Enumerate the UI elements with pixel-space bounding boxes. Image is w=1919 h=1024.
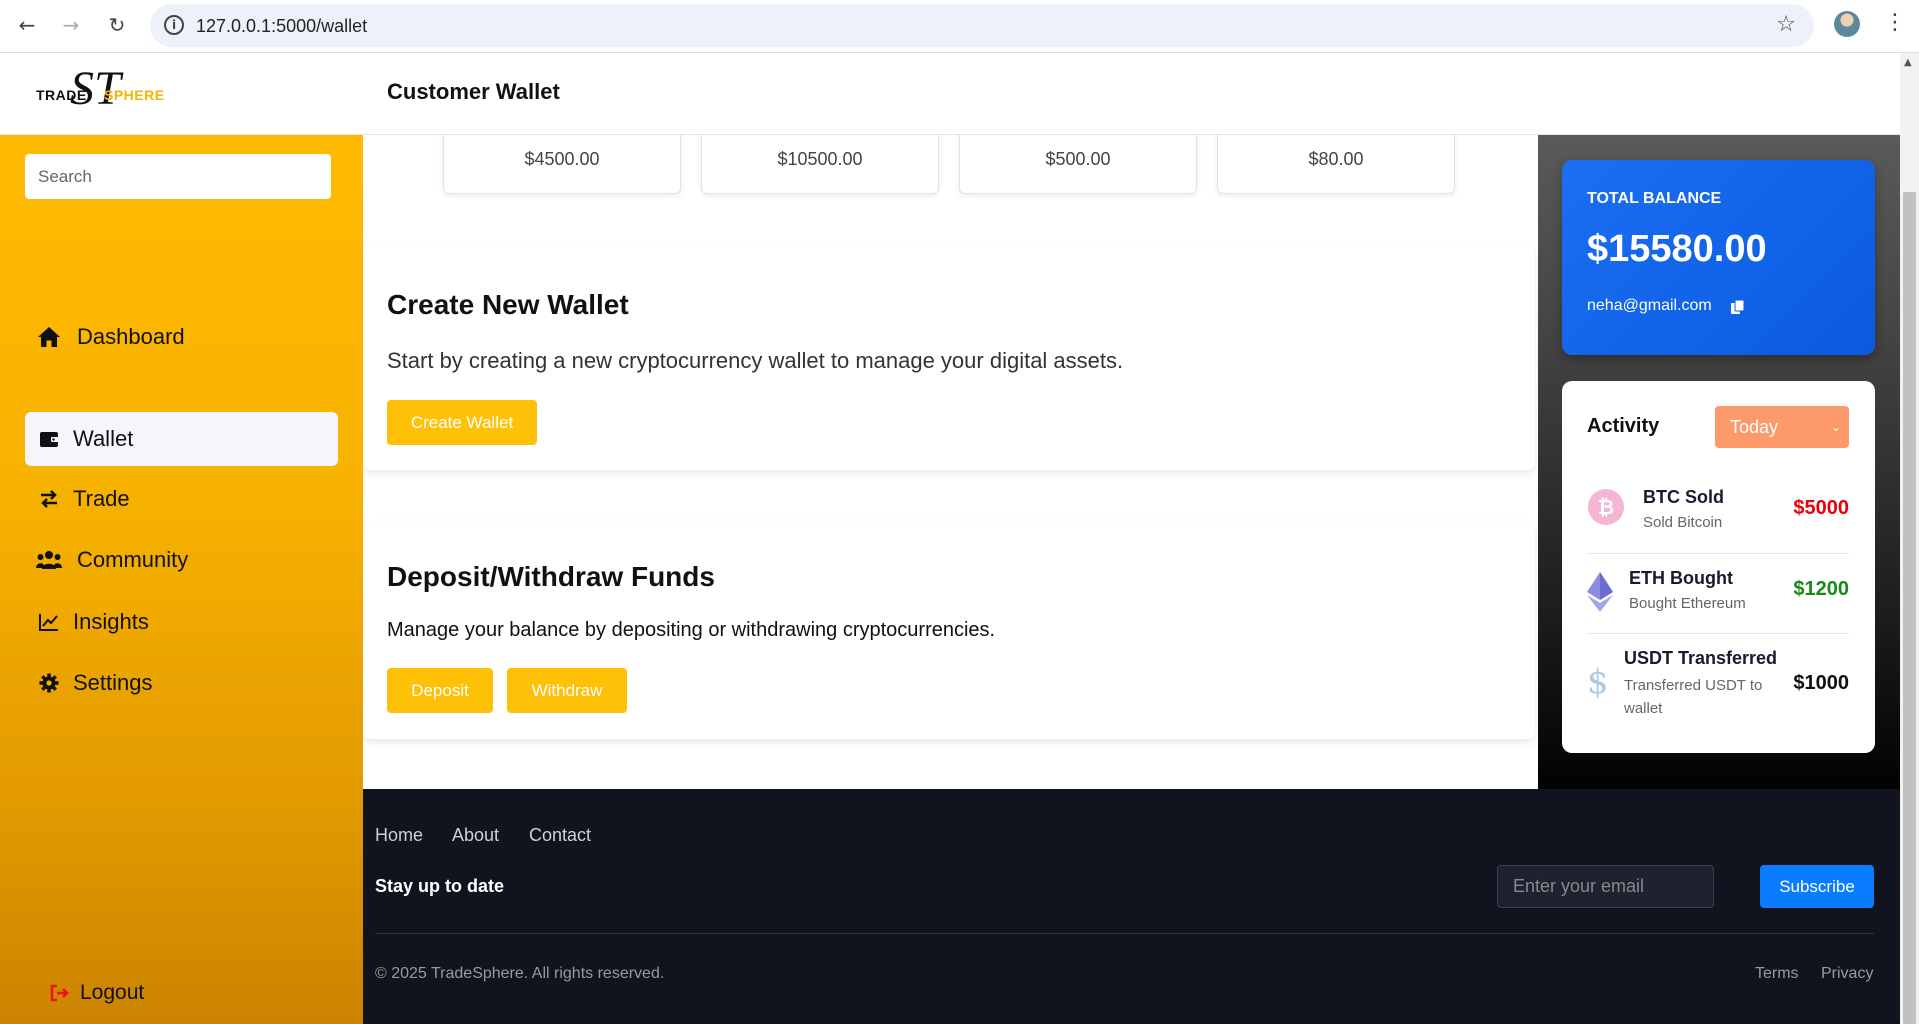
wallet-stat-card: $4500.00	[443, 135, 681, 194]
sidebar-item-label: Dashboard	[77, 324, 185, 349]
logo-trade-text: TRADE	[36, 87, 87, 103]
stat-value: $10500.00	[777, 149, 863, 169]
ethereum-icon	[1587, 572, 1613, 617]
footer-link-privacy[interactable]: Privacy	[1821, 965, 1873, 983]
wallet-stat-card: $500.00	[959, 135, 1197, 194]
activity-description: Sold Bitcoin	[1643, 514, 1723, 531]
site-info-icon[interactable]: i	[164, 15, 184, 35]
copyright-text: © 2025 TradeSphere. All rights reserved.	[375, 965, 665, 982]
activity-item[interactable]: ₿ BTC Sold Sold Bitcoin $5000	[1587, 473, 1849, 553]
footer-link-about[interactable]: About	[452, 825, 499, 846]
total-balance-label: TOTAL BALANCE	[1587, 190, 1722, 207]
forward-icon[interactable]: →	[58, 12, 84, 38]
stat-value: $500.00	[1045, 149, 1111, 169]
activity-amount: $1200	[1793, 578, 1849, 600]
url-text[interactable]: 127.0.0.1:5000/wallet	[196, 16, 367, 37]
create-wallet-button[interactable]: Create Wallet	[387, 400, 537, 445]
deposit-withdraw-section: Deposit/Withdraw Funds Manage your balan…	[363, 521, 1535, 739]
sidebar-item-dashboard[interactable]: Dashboard	[25, 310, 338, 364]
sidebar: Dashboard Wallet Trade Community Insight…	[0, 135, 363, 1024]
tradesphere-logo[interactable]: ST TRADE SPHERE	[36, 62, 166, 119]
sidebar-item-label: Wallet	[73, 426, 134, 451]
right-panel: TOTAL BALANCE $15580.00 neha@gmail.com A…	[1538, 135, 1900, 802]
bitcoin-icon: ₿	[1587, 488, 1625, 531]
browser-menu-icon[interactable]: ⋮	[1884, 10, 1906, 35]
total-balance-card: TOTAL BALANCE $15580.00 neha@gmail.com	[1562, 160, 1875, 355]
logout-label: Logout	[80, 981, 145, 1004]
sidebar-search-input[interactable]	[25, 154, 331, 199]
account-email: neha@gmail.com	[1587, 297, 1712, 314]
sidebar-item-label: Insights	[73, 609, 149, 634]
wallet-icon	[35, 425, 63, 453]
profile-avatar[interactable]	[1834, 11, 1860, 37]
users-icon	[35, 546, 63, 574]
wallet-stat-card: $80.00	[1217, 135, 1455, 194]
newsletter-heading: Stay up to date	[375, 876, 505, 896]
page-scrollbar[interactable]: ▲	[1900, 53, 1919, 1024]
newsletter-email-input[interactable]	[1497, 865, 1714, 908]
sidebar-item-community[interactable]: Community	[25, 533, 338, 587]
sidebar-item-wallet[interactable]: Wallet	[25, 412, 338, 466]
create-wallet-section: Create New Wallet Start by creating a ne…	[363, 245, 1535, 470]
footer-link-contact[interactable]: Contact	[529, 825, 591, 846]
withdraw-button[interactable]: Withdraw	[507, 668, 627, 713]
sidebar-item-label: Settings	[73, 670, 153, 695]
activity-description: Bought Ethereum	[1629, 595, 1746, 612]
page-header: ST TRADE SPHERE Customer Wallet	[0, 53, 1900, 135]
deposit-withdraw-title: Deposit/Withdraw Funds	[387, 561, 715, 592]
back-icon[interactable]: ←	[14, 12, 40, 38]
activity-filter-select[interactable]: Today ⌄	[1715, 406, 1849, 448]
chart-line-icon	[35, 608, 63, 636]
deposit-button[interactable]: Deposit	[387, 668, 493, 713]
activity-title: Activity	[1587, 415, 1660, 437]
footer-link-home[interactable]: Home	[375, 825, 423, 846]
footer-divider	[375, 933, 1874, 934]
stat-value: $4500.00	[524, 149, 600, 169]
logout-button[interactable]: Logout	[48, 981, 144, 1005]
create-wallet-title: Create New Wallet	[387, 289, 629, 320]
chevron-down-icon: ⌄	[1830, 420, 1841, 434]
activity-name: USDT Transferred	[1624, 648, 1778, 668]
scroll-up-icon[interactable]: ▲	[1904, 57, 1912, 68]
logo-sphere-text: SPHERE	[104, 87, 165, 103]
activity-amount: $5000	[1793, 497, 1849, 519]
activity-amount: $1000	[1793, 672, 1849, 694]
copy-icon[interactable]	[1730, 299, 1746, 315]
activity-name: BTC Sold	[1643, 487, 1724, 507]
subscribe-button[interactable]: Subscribe	[1760, 865, 1874, 908]
site-footer: Home About Contact Stay up to date Subsc…	[363, 789, 1900, 1024]
activity-item[interactable]: $ USDT Transferred Transferred USDT to w…	[1587, 633, 1849, 725]
stat-value: $80.00	[1308, 149, 1364, 169]
sidebar-item-trade[interactable]: Trade	[25, 472, 338, 526]
activity-description: Transferred USDT to wallet	[1624, 677, 1763, 717]
main-content: $4500.00 $10500.00 $500.00 $80.00 Create…	[363, 135, 1538, 789]
sidebar-item-label: Community	[77, 547, 189, 572]
home-icon	[35, 323, 63, 351]
svg-text:₿: ₿	[1598, 495, 1614, 519]
sign-out-icon	[48, 981, 72, 1005]
sidebar-item-settings[interactable]: Settings	[25, 656, 338, 710]
activity-filter-value: Today	[1730, 417, 1779, 437]
footer-link-terms[interactable]: Terms	[1755, 965, 1799, 983]
address-bar[interactable]: i 127.0.0.1:5000/wallet ☆	[150, 4, 1814, 47]
scrollbar-thumb[interactable]	[1903, 192, 1916, 1024]
wallet-stat-card: $10500.00	[701, 135, 939, 194]
bookmark-star-icon[interactable]: ☆	[1776, 12, 1796, 37]
page-title: Customer Wallet	[387, 79, 560, 104]
browser-toolbar: ← → ↻ i 127.0.0.1:5000/wallet ☆ ⋮	[0, 0, 1919, 53]
gear-icon	[35, 669, 63, 697]
deposit-withdraw-description: Manage your balance by depositing or wit…	[387, 619, 996, 641]
sidebar-item-label: Trade	[73, 486, 130, 511]
total-balance-amount: $15580.00	[1587, 228, 1767, 270]
reload-icon[interactable]: ↻	[104, 12, 130, 38]
create-wallet-description: Start by creating a new cryptocurrency w…	[387, 348, 1124, 373]
exchange-icon	[35, 485, 63, 513]
activity-name: ETH Bought	[1629, 568, 1733, 588]
activity-item[interactable]: ETH Bought Bought Ethereum $1200	[1587, 553, 1849, 633]
dollar-icon: $	[1587, 662, 1609, 702]
sidebar-item-insights[interactable]: Insights	[25, 595, 338, 649]
activity-card: Activity Today ⌄ ₿ BTC Sold Sold Bitcoin…	[1562, 381, 1875, 753]
